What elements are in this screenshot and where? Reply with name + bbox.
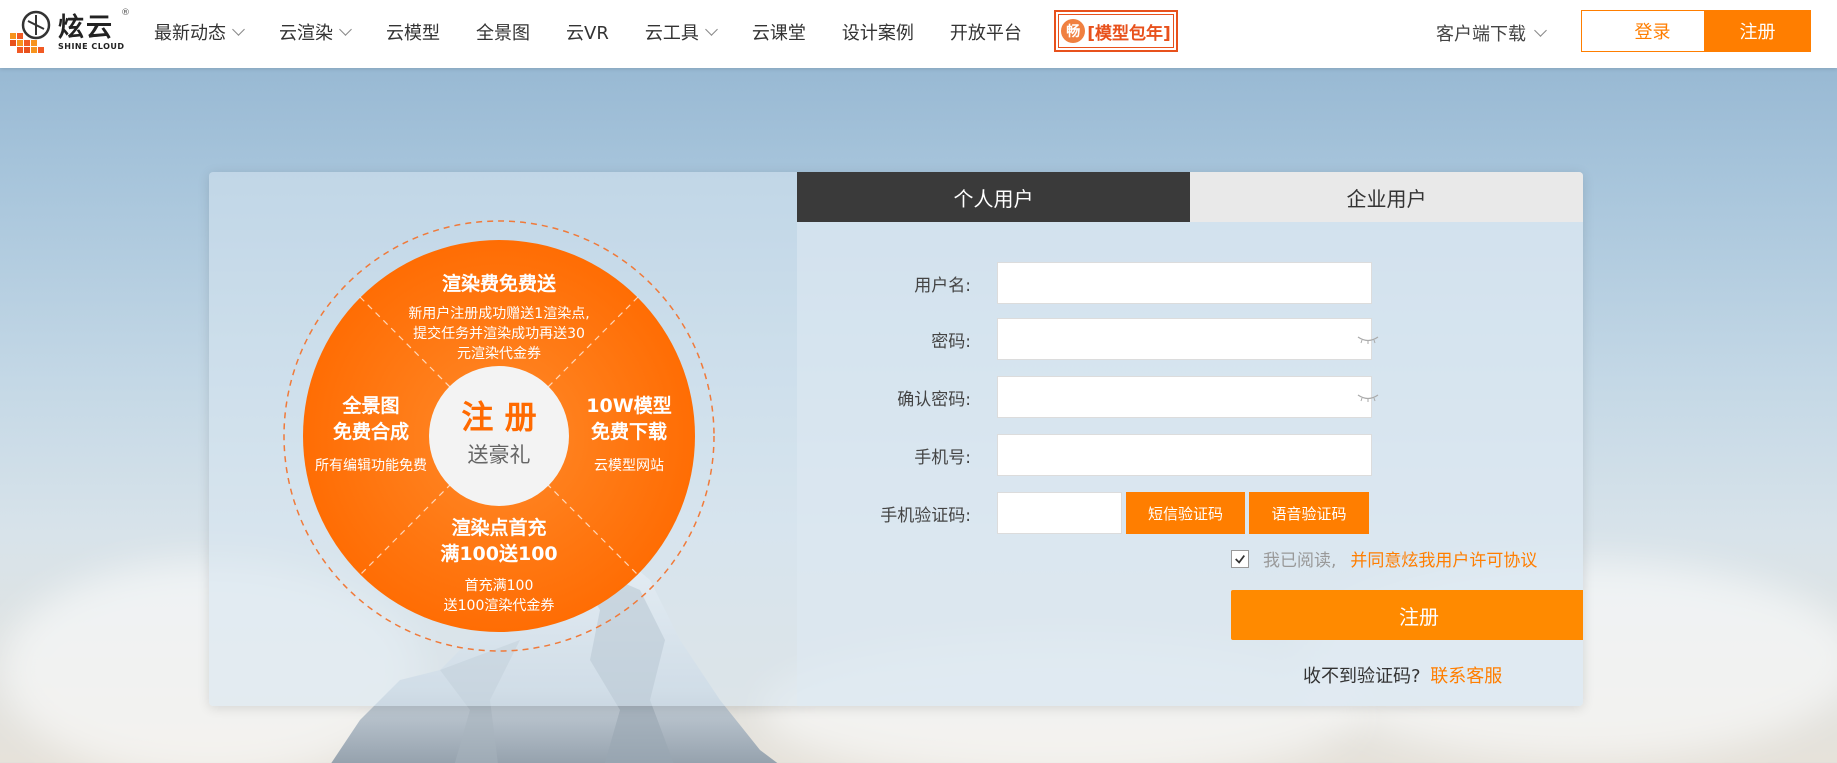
password-input[interactable] xyxy=(997,318,1372,360)
login-button[interactable]: 登录 xyxy=(1581,10,1724,52)
submit-register-button[interactable]: 注册 xyxy=(1231,590,1583,640)
promo-bottom-desc: 送100渲染代金券 xyxy=(444,598,555,614)
top-header: 炫云 SHINE CLOUD ® 最新动态 云渲染 云模型 全景图 云VR 云工具 云课堂 设… xyxy=(0,0,1837,68)
checkmark-icon xyxy=(1235,554,1245,564)
agree-checkbox[interactable] xyxy=(1231,549,1249,568)
password-row: 密码: xyxy=(797,318,1379,360)
chevron-down-icon xyxy=(232,23,245,36)
promo-top-desc: 提交任务并渲染成功再送30 xyxy=(413,325,585,342)
nav-item[interactable]: 开放平台 xyxy=(950,19,1022,45)
nav-item-label: 云工具 xyxy=(644,23,699,44)
promo-top-title: 渲染费免费送 xyxy=(442,272,557,295)
client-download-menu[interactable]: 客户端下载 xyxy=(1436,20,1547,46)
eye-closed-icon[interactable] xyxy=(1357,392,1379,402)
nav-item[interactable]: 云工具 xyxy=(644,19,718,45)
nav-item[interactable]: 设计案例 xyxy=(842,19,914,45)
username-label: 用户名: xyxy=(914,275,971,296)
registered-mark: ® xyxy=(121,8,130,18)
promo-right-title: 免费下载 xyxy=(591,420,667,443)
help-row: 收不到验证码? 联系客服 xyxy=(1303,662,1502,688)
promo-badge-icon: 畅 xyxy=(1061,19,1086,43)
help-text: 收不到验证码? xyxy=(1303,666,1421,687)
sms-code-button[interactable]: 短信验证码 xyxy=(1126,492,1245,534)
confirm-password-row: 确认密码: xyxy=(797,376,1379,418)
nav-item-label: 云VR xyxy=(566,23,609,44)
logo[interactable]: 炫云 SHINE CLOUD xyxy=(8,8,133,56)
user-type-tabs: 个人用户 企业用户 xyxy=(797,172,1583,222)
chevron-down-icon xyxy=(339,23,352,36)
tab-enterprise[interactable]: 企业用户 xyxy=(1190,172,1583,222)
nav-item[interactable]: 云渲染 xyxy=(279,19,352,45)
promo-badge[interactable]: 畅 [模型包年] xyxy=(1054,10,1178,52)
password-label: 密码: xyxy=(931,331,971,352)
promo-bottom-title: 渲染点首充 xyxy=(451,516,546,539)
promo-left-desc: 所有编辑功能免费 xyxy=(315,458,427,474)
promo-bottom-desc: 首充满100 xyxy=(465,578,534,594)
nav-item[interactable]: 云VR xyxy=(566,19,609,45)
promo-badge-label: [模型包年] xyxy=(1087,23,1171,44)
contact-support-link[interactable]: 联系客服 xyxy=(1430,666,1502,687)
promo-top-desc: 元渲染代金券 xyxy=(457,346,541,362)
code-label: 手机验证码: xyxy=(880,505,971,526)
promo-panel: 注 册 送豪礼 渲染费免费送 新用户注册成功赠送1渲染点, 提交任务并渲染成功再… xyxy=(209,172,797,706)
code-row: 手机验证码: 短信验证码 语音验证码 xyxy=(797,492,1369,534)
promo-bottom-title: 满100送100 xyxy=(440,542,557,565)
nav-item[interactable]: 最新动态 xyxy=(154,19,245,45)
nav-item-label: 云课堂 xyxy=(751,23,806,44)
nav-item[interactable]: 云模型 xyxy=(386,19,440,45)
nav-item-label: 开放平台 xyxy=(949,23,1022,44)
tab-personal[interactable]: 个人用户 xyxy=(797,172,1190,222)
promo-center-sub: 送豪礼 xyxy=(468,443,531,467)
main-nav: 最新动态 云渲染 云模型 全景图 云VR 云工具 云课堂 设计案例 开放平台 xyxy=(154,0,1058,64)
nav-item-label: 最新动态 xyxy=(154,23,226,44)
promo-left-title: 免费合成 xyxy=(333,420,409,443)
client-download-label: 客户端下载 xyxy=(1436,24,1526,45)
username-input[interactable] xyxy=(997,262,1372,304)
agreement-row: 我已阅读, 并同意炫我用户许可协议 xyxy=(1231,546,1537,571)
nav-item-label: 全景图 xyxy=(476,23,530,44)
logo-subtext: SHINE CLOUD xyxy=(58,41,125,51)
nav-item-label: 设计案例 xyxy=(841,23,914,44)
phone-label: 手机号: xyxy=(914,447,971,468)
voice-code-button[interactable]: 语音验证码 xyxy=(1249,492,1369,534)
username-row: 用户名: xyxy=(797,262,1372,304)
phone-row: 手机号: xyxy=(797,434,1372,476)
nav-item[interactable]: 全景图 xyxy=(476,19,530,45)
confirm-password-input[interactable] xyxy=(997,376,1372,418)
agree-prefix: 我已阅读, xyxy=(1263,551,1337,571)
logo-text: 炫云 xyxy=(58,12,115,43)
code-input[interactable] xyxy=(997,492,1122,534)
chevron-down-icon xyxy=(704,23,718,36)
logo-icon xyxy=(10,10,51,53)
phone-input[interactable] xyxy=(997,434,1372,476)
promo-center-title: 注 册 xyxy=(461,398,536,436)
promo-left-title: 全景图 xyxy=(341,394,399,417)
register-button[interactable]: 注册 xyxy=(1704,10,1811,52)
nav-item-label: 云渲染 xyxy=(279,23,333,44)
promo-circle: 注 册 送豪礼 渲染费免费送 新用户注册成功赠送1渲染点, 提交任务并渲染成功再… xyxy=(283,220,715,652)
eye-closed-icon[interactable] xyxy=(1357,334,1379,344)
promo-right-desc: 云模型网站 xyxy=(594,458,664,474)
chevron-down-icon xyxy=(1534,24,1547,37)
nav-item[interactable]: 云课堂 xyxy=(752,19,806,45)
register-form: 个人用户 企业用户 用户名: 密码: 确认密码: 手机号: 手机验证码: 短信验… xyxy=(797,172,1583,706)
promo-right-title: 10W模型 xyxy=(586,394,671,417)
license-agreement-link[interactable]: 并同意炫我用户许可协议 xyxy=(1350,546,1537,571)
promo-top-desc: 新用户注册成功赠送1渲染点, xyxy=(408,305,589,322)
register-card: 注 册 送豪礼 渲染费免费送 新用户注册成功赠送1渲染点, 提交任务并渲染成功再… xyxy=(209,172,1583,706)
nav-item-label: 云模型 xyxy=(386,23,440,44)
confirm-password-label: 确认密码: xyxy=(897,389,971,410)
